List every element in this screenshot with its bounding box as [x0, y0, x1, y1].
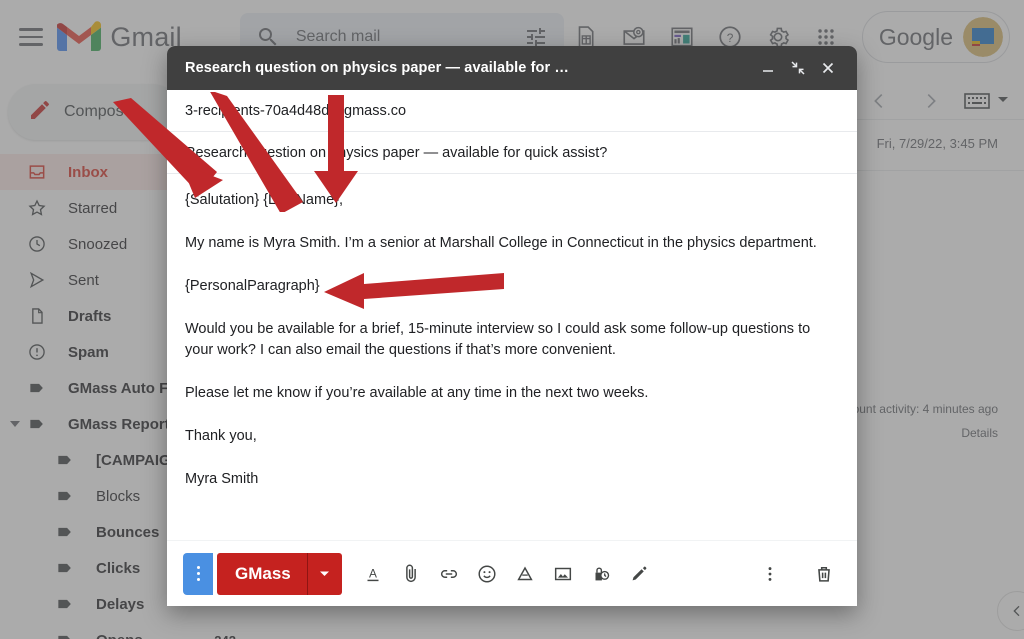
attach-file-icon[interactable]	[392, 555, 430, 593]
discard-draft-icon[interactable]	[805, 555, 843, 593]
compose-toolbar: GMass A	[167, 540, 857, 606]
body-line-availability: Please let me know if you’re available a…	[185, 385, 649, 402]
format-text-icon[interactable]: A	[354, 555, 392, 593]
subject-field[interactable]: Research question on physics paper — ava…	[167, 132, 857, 174]
insert-signature-icon[interactable]	[620, 555, 658, 593]
insert-emoji-icon[interactable]	[468, 555, 506, 593]
body-line-intro: My name is Myra Smith. I’m a senior at M…	[185, 235, 817, 252]
message-body[interactable]: {Salutation} {LastName}, My name is Myra…	[167, 174, 857, 540]
insert-photo-icon[interactable]	[544, 555, 582, 593]
svg-text:A: A	[369, 566, 377, 580]
recipients-field[interactable]: 3-recipients-70a4d48d@gmass.co	[167, 90, 857, 132]
body-line-request: Would you be available for a brief, 15-m…	[185, 321, 811, 359]
gmass-send-button[interactable]: GMass	[217, 552, 342, 595]
exit-full-screen-icon[interactable]	[783, 53, 813, 83]
insert-link-icon[interactable]	[430, 555, 468, 593]
screen-root: Gmail Search mail	[0, 0, 1024, 639]
google-drive-icon[interactable]	[506, 555, 544, 593]
compose-window: Research question on physics paper — ava…	[167, 46, 857, 606]
body-line-signature: Myra Smith	[185, 471, 259, 488]
body-line-closing: Thank you,	[185, 428, 257, 445]
compose-toolbar-right	[751, 555, 843, 593]
compose-title-bar[interactable]: Research question on physics paper — ava…	[167, 46, 857, 90]
minimize-icon[interactable]	[753, 53, 783, 83]
gmass-dropdown-icon[interactable]	[308, 567, 342, 580]
gmass-send-label: GMass	[235, 563, 291, 583]
compose-window-title: Research question on physics paper — ava…	[185, 60, 569, 76]
body-line-salutation: {Salutation} {LastName},	[185, 192, 344, 208]
confidential-mode-icon[interactable]	[582, 555, 620, 593]
close-icon[interactable]	[813, 53, 843, 83]
more-options-icon[interactable]	[751, 555, 789, 593]
body-line-personal: {PersonalParagraph}	[185, 278, 320, 295]
gmass-settings-icon[interactable]	[183, 552, 213, 595]
